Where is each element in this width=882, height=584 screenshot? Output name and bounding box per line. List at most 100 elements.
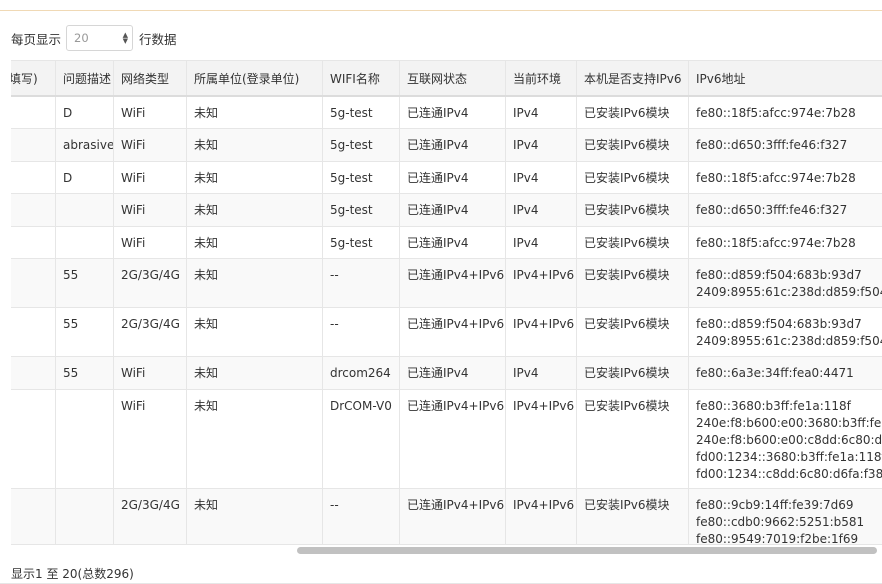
table-cell: IPv4 (505, 160, 577, 194)
table-cell: IPv4 (505, 355, 577, 390)
table-cell: drcom264 (322, 355, 400, 390)
table-cell (55, 192, 114, 227)
table-row[interactable]: D WiFi 未知 5g-test 已连通IPv4 IPv4 已安装IPv6模块 fe80::… (11, 160, 882, 194)
table-cell: 未知 (186, 388, 323, 489)
column-header[interactable]: IPv6地址 (688, 60, 882, 97)
table-cell: 5g-test (322, 192, 400, 227)
table-cell: abrasive (55, 127, 114, 162)
table-cell: 已连通IPv4+IPv6 (399, 388, 506, 489)
table-cell: IPv4 (505, 127, 577, 162)
table-cell: 2G/3G/4G (113, 257, 187, 308)
table-cell: WiFi (113, 388, 187, 489)
table-cell: fe80::18f5:afcc:974e:7b28 (688, 160, 882, 194)
column-header[interactable]: 填写) (11, 60, 56, 97)
table-cell: fe80::d650:3fff:fe46:f327 (688, 127, 882, 162)
pagination-info: 显示1 至 20(总数296) (11, 567, 134, 581)
table-cell: 未知 (186, 355, 323, 390)
table-cell: WiFi (113, 355, 187, 390)
table-cell: 已连通IPv4 (399, 95, 506, 129)
table-cell: IPv4+IPv6 (505, 306, 577, 357)
table-cell (11, 225, 56, 259)
table-cell (11, 160, 56, 194)
page-size-value: 20 (74, 31, 89, 45)
table-cell: 55 (55, 306, 114, 357)
table-cell: fe80::d859:f504:683b:93d7 2409:8955:61c:… (688, 257, 882, 308)
spinner-arrows-icon: ▲ ▼ (122, 31, 129, 45)
table-cell: fe80::3680:b3ff:fe1a:118f 240e:f8:b600:e… (688, 388, 882, 489)
table-cell: 已连通IPv4 (399, 192, 506, 227)
table-cell (55, 388, 114, 489)
column-header[interactable]: WIFI名称 (322, 60, 400, 97)
table-cell (11, 95, 56, 129)
data-table-container: 填写) 问题描述 网络类型 所属单位(登录单位) WIFI名称 互联网状态 当前… (11, 60, 882, 544)
table-cell: WiFi (113, 95, 187, 129)
table-cell: 未知 (186, 192, 323, 227)
table-cell: 已安装IPv6模块 (576, 225, 689, 259)
table-cell: 已安装IPv6模块 (576, 487, 689, 544)
page-size-prefix: 每页显示 (11, 31, 62, 47)
table-cell (11, 306, 56, 357)
column-header[interactable]: 网络类型 (113, 60, 187, 97)
page-size-select[interactable]: 20 ▲ ▼ (66, 25, 134, 51)
table-cell: 已连通IPv4 (399, 225, 506, 259)
table-row[interactable]: WiFi 未知 5g-test 已连通IPv4 IPv4 已安装IPv6模块 fe80::d… (11, 192, 882, 227)
table-cell: WiFi (113, 160, 187, 194)
horizontal-scrollbar[interactable] (11, 544, 882, 557)
table-cell: 已连通IPv4 (399, 160, 506, 194)
column-header[interactable]: 本机是否支持IPv6 (576, 60, 689, 97)
table-cell: WiFi (113, 127, 187, 162)
table-cell: fe80::18f5:afcc:974e:7b28 (688, 95, 882, 129)
top-border (0, 0, 882, 11)
table-cell: 未知 (186, 127, 323, 162)
table-cell: fe80::6a3e:34ff:fea0:4471 (688, 355, 882, 390)
table-cell: D (55, 160, 114, 194)
table-cell (55, 225, 114, 259)
table-row[interactable]: WiFi 未知 DrCOM-V0 已连通IPv4+IPv6 IPv4+IPv6 已安装IP… (11, 388, 882, 489)
table-cell: 已连通IPv4 (399, 127, 506, 162)
table-cell (11, 192, 56, 227)
table-cell: D (55, 95, 114, 129)
table-cell: 5g-test (322, 95, 400, 129)
table-cell: 已安装IPv6模块 (576, 355, 689, 390)
column-header[interactable]: 问题描述 (55, 60, 114, 97)
table-cell: IPv4+IPv6 (505, 257, 577, 308)
table-cell (11, 127, 56, 162)
data-table: 填写) 问题描述 网络类型 所属单位(登录单位) WIFI名称 互联网状态 当前… (11, 60, 882, 544)
table-row[interactable]: 2G/3G/4G 未知 -- 已连通IPv4+IPv6 IPv4+IPv6 已安装IPv6… (11, 487, 882, 544)
table-cell: 已连通IPv4+IPv6 (399, 306, 506, 357)
table-cell: 已安装IPv6模块 (576, 95, 689, 129)
table-cell: 已安装IPv6模块 (576, 257, 689, 308)
table-cell: 55 (55, 257, 114, 308)
table-cell: 5g-test (322, 225, 400, 259)
column-header[interactable]: 当前环境 (505, 60, 577, 97)
table-cell (11, 388, 56, 489)
table-cell: 5g-test (322, 160, 400, 194)
page-size-suffix: 行数据 (139, 31, 177, 47)
table-cell (55, 487, 114, 544)
table-cell: fe80::d650:3fff:fe46:f327 (688, 192, 882, 227)
table-cell: fe80::d859:f504:683b:93d7 2409:8955:61c:… (688, 306, 882, 357)
table-cell: -- (322, 257, 400, 308)
table-cell: IPv4+IPv6 (505, 487, 577, 544)
table-cell: IPv4 (505, 192, 577, 227)
table-cell: 未知 (186, 225, 323, 259)
table-header-row: 填写) 问题描述 网络类型 所属单位(登录单位) WIFI名称 互联网状态 当前… (11, 60, 882, 97)
table-cell: WiFi (113, 225, 187, 259)
table-row[interactable]: WiFi 未知 5g-test 已连通IPv4 IPv4 已安装IPv6模块 fe80::1… (11, 225, 882, 259)
table-cell: IPv4 (505, 225, 577, 259)
table-row[interactable]: 55 2G/3G/4G 未知 -- 已连通IPv4+IPv6 IPv4+IPv6 已安装IP… (11, 257, 882, 308)
table-row[interactable]: 55 2G/3G/4G 未知 -- 已连通IPv4+IPv6 IPv4+IPv6 已安装IP… (11, 306, 882, 357)
table-cell: 未知 (186, 160, 323, 194)
table-row[interactable]: 55 WiFi 未知 drcom264 已连通IPv4 IPv4 已安装IPv6模块 fe80… (11, 355, 882, 390)
scrollbar-thumb[interactable] (297, 547, 877, 554)
page-size-control: 每页显示 20 ▲ ▼ 行数据 (11, 24, 177, 52)
table-cell: 已连通IPv4 (399, 355, 506, 390)
column-header[interactable]: 所属单位(登录单位) (186, 60, 323, 97)
table-row[interactable]: abrasive WiFi 未知 5g-test 已连通IPv4 IPv4 已安装IPv6模… (11, 127, 882, 162)
table-cell: -- (322, 487, 400, 544)
table-cell: 已安装IPv6模块 (576, 306, 689, 357)
table-cell (11, 355, 56, 390)
table-cell: 未知 (186, 257, 323, 308)
table-row[interactable]: D WiFi 未知 5g-test 已连通IPv4 IPv4 已安装IPv6模块 fe80::… (11, 95, 882, 129)
column-header[interactable]: 互联网状态 (399, 60, 506, 97)
